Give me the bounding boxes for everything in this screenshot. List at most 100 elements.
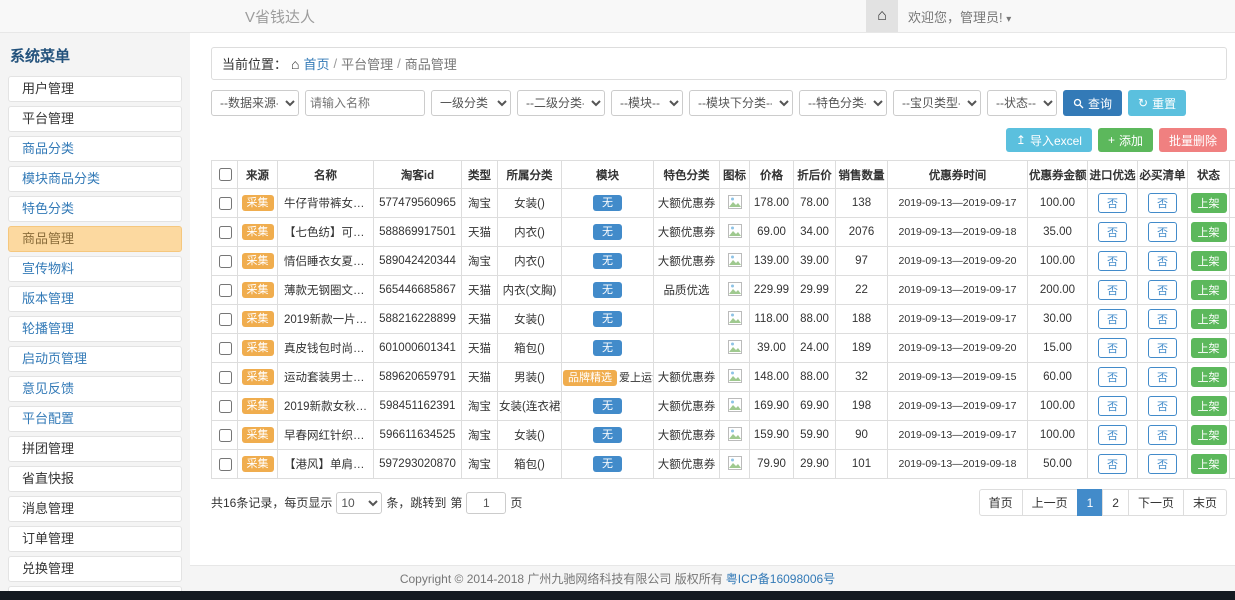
must-buy-toggle[interactable]: 否 [1148, 454, 1177, 474]
sidebar-item[interactable]: 轮播管理 [8, 316, 182, 342]
status-toggle[interactable]: 上架 [1191, 338, 1227, 358]
batch-delete-button[interactable]: 批量删除 [1159, 128, 1227, 152]
row-checkbox[interactable] [219, 226, 232, 239]
product-image[interactable] [726, 252, 744, 268]
product-name[interactable]: 薄款无钢圈文胸聚拢性... [284, 285, 374, 297]
home-button[interactable]: ⌂ [866, 0, 898, 32]
import-excel-button[interactable]: ↥ 导入excel [1006, 128, 1092, 152]
product-image[interactable] [726, 455, 744, 471]
level2-category-select[interactable]: --二级分类-- [517, 90, 605, 116]
status-toggle[interactable]: 上架 [1191, 222, 1227, 242]
sidebar-item[interactable]: 消息管理 [8, 496, 182, 522]
row-checkbox[interactable] [219, 255, 232, 268]
row-checkbox[interactable] [219, 197, 232, 210]
must-buy-toggle[interactable]: 否 [1148, 193, 1177, 213]
page-button[interactable]: 2 [1102, 489, 1129, 516]
import-select-toggle[interactable]: 否 [1098, 338, 1127, 358]
status-toggle[interactable]: 上架 [1191, 251, 1227, 271]
module-select[interactable]: --模块-- [611, 90, 683, 116]
product-name[interactable]: 早春网红针织开衫女春... [284, 430, 374, 442]
add-button[interactable]: + 添加 [1098, 128, 1153, 152]
must-buy-toggle[interactable]: 否 [1148, 338, 1177, 358]
name-search-input[interactable] [305, 90, 425, 116]
sidebar-item[interactable]: 平台配置 [8, 406, 182, 432]
status-toggle[interactable]: 上架 [1191, 425, 1227, 445]
page-button[interactable]: 末页 [1183, 489, 1227, 516]
status-toggle[interactable]: 上架 [1191, 454, 1227, 474]
sidebar-item[interactable]: 模块商品分类 [8, 166, 182, 192]
row-checkbox[interactable] [219, 342, 232, 355]
product-name[interactable]: 【港风】单肩斜挎链条... [284, 459, 374, 471]
must-buy-toggle[interactable]: 否 [1148, 367, 1177, 387]
page-button[interactable]: 上一页 [1022, 489, 1078, 516]
select-all-checkbox[interactable] [219, 168, 232, 181]
product-image[interactable] [726, 397, 744, 413]
sidebar-item[interactable]: 商品管理 [8, 226, 182, 252]
must-buy-toggle[interactable]: 否 [1148, 396, 1177, 416]
item-type-select[interactable]: --宝贝类型-- [893, 90, 981, 116]
status-toggle[interactable]: 上架 [1191, 280, 1227, 300]
product-image[interactable] [726, 310, 744, 326]
row-checkbox[interactable] [219, 400, 232, 413]
product-name[interactable]: 情侣睡衣女夏丝绸男士... [284, 256, 374, 268]
sidebar-item[interactable]: 意见反馈 [8, 376, 182, 402]
module-sub-category-select[interactable]: --模块下分类-- [689, 90, 793, 116]
product-image[interactable] [726, 281, 744, 297]
product-name[interactable]: 2019新款一片式系... [284, 314, 374, 326]
import-select-toggle[interactable]: 否 [1098, 280, 1127, 300]
status-select[interactable]: --状态-- [987, 90, 1057, 116]
must-buy-toggle[interactable]: 否 [1148, 222, 1177, 242]
page-button[interactable]: 1 [1077, 489, 1104, 516]
status-toggle[interactable]: 上架 [1191, 367, 1227, 387]
page-button[interactable]: 首页 [979, 489, 1023, 516]
product-name[interactable]: 牛仔背带裤女秋装减龄... [284, 198, 374, 210]
sidebar-item[interactable]: 兑换管理 [8, 556, 182, 582]
row-checkbox[interactable] [219, 284, 232, 297]
import-select-toggle[interactable]: 否 [1098, 193, 1127, 213]
status-toggle[interactable]: 上架 [1191, 309, 1227, 329]
sidebar-item[interactable]: 省直快报 [8, 466, 182, 492]
status-toggle[interactable]: 上架 [1191, 396, 1227, 416]
reset-button[interactable]: ↻ 重置 [1128, 90, 1186, 116]
product-image[interactable] [726, 223, 744, 239]
import-select-toggle[interactable]: 否 [1098, 251, 1127, 271]
row-checkbox[interactable] [219, 429, 232, 442]
product-name[interactable]: 2019新款女秋薄款... [284, 401, 374, 413]
sidebar-item[interactable]: 订单管理 [8, 526, 182, 552]
status-toggle[interactable]: 上架 [1191, 193, 1227, 213]
feature-category-select[interactable]: --特色分类-- [799, 90, 887, 116]
sidebar-item[interactable]: 特色分类 [8, 196, 182, 222]
search-button[interactable]: 查询 [1063, 90, 1122, 116]
data-source-select[interactable]: --数据来源-- [211, 90, 299, 116]
import-select-toggle[interactable]: 否 [1098, 367, 1127, 387]
breadcrumb-home-link[interactable]: 首页 [303, 54, 329, 73]
product-name[interactable]: 【七色纺】可爱纯棉家... [284, 227, 374, 239]
user-menu[interactable]: 欢迎您，管理员! ▾ [908, 7, 1011, 26]
per-page-select[interactable]: 10 [336, 492, 382, 514]
import-select-toggle[interactable]: 否 [1098, 309, 1127, 329]
icp-link[interactable]: 粤ICP备16098006号 [726, 570, 835, 587]
row-checkbox[interactable] [219, 458, 232, 471]
product-image[interactable] [726, 426, 744, 442]
must-buy-toggle[interactable]: 否 [1148, 309, 1177, 329]
import-select-toggle[interactable]: 否 [1098, 425, 1127, 445]
must-buy-toggle[interactable]: 否 [1148, 280, 1177, 300]
must-buy-toggle[interactable]: 否 [1148, 251, 1177, 271]
product-name[interactable]: 真皮钱包时尚优雅女士... [284, 343, 374, 355]
sidebar-item[interactable]: 商品分类 [8, 136, 182, 162]
must-buy-toggle[interactable]: 否 [1148, 425, 1177, 445]
sidebar-item[interactable]: 用户管理 [8, 76, 182, 102]
sidebar-item[interactable]: 版本管理 [8, 286, 182, 312]
import-select-toggle[interactable]: 否 [1098, 222, 1127, 242]
import-select-toggle[interactable]: 否 [1098, 396, 1127, 416]
product-image[interactable] [726, 194, 744, 210]
level1-category-select[interactable]: 一级分类 [431, 90, 511, 116]
row-checkbox[interactable] [219, 371, 232, 384]
import-select-toggle[interactable]: 否 [1098, 454, 1127, 474]
jump-page-input[interactable] [466, 492, 506, 514]
product-image[interactable] [726, 339, 744, 355]
page-button[interactable]: 下一页 [1128, 489, 1184, 516]
product-name[interactable]: 运动套装男士卫衣初秋... [284, 372, 374, 384]
sidebar-item[interactable]: 启动页管理 [8, 346, 182, 372]
sidebar-item[interactable]: 平台管理 [8, 106, 182, 132]
